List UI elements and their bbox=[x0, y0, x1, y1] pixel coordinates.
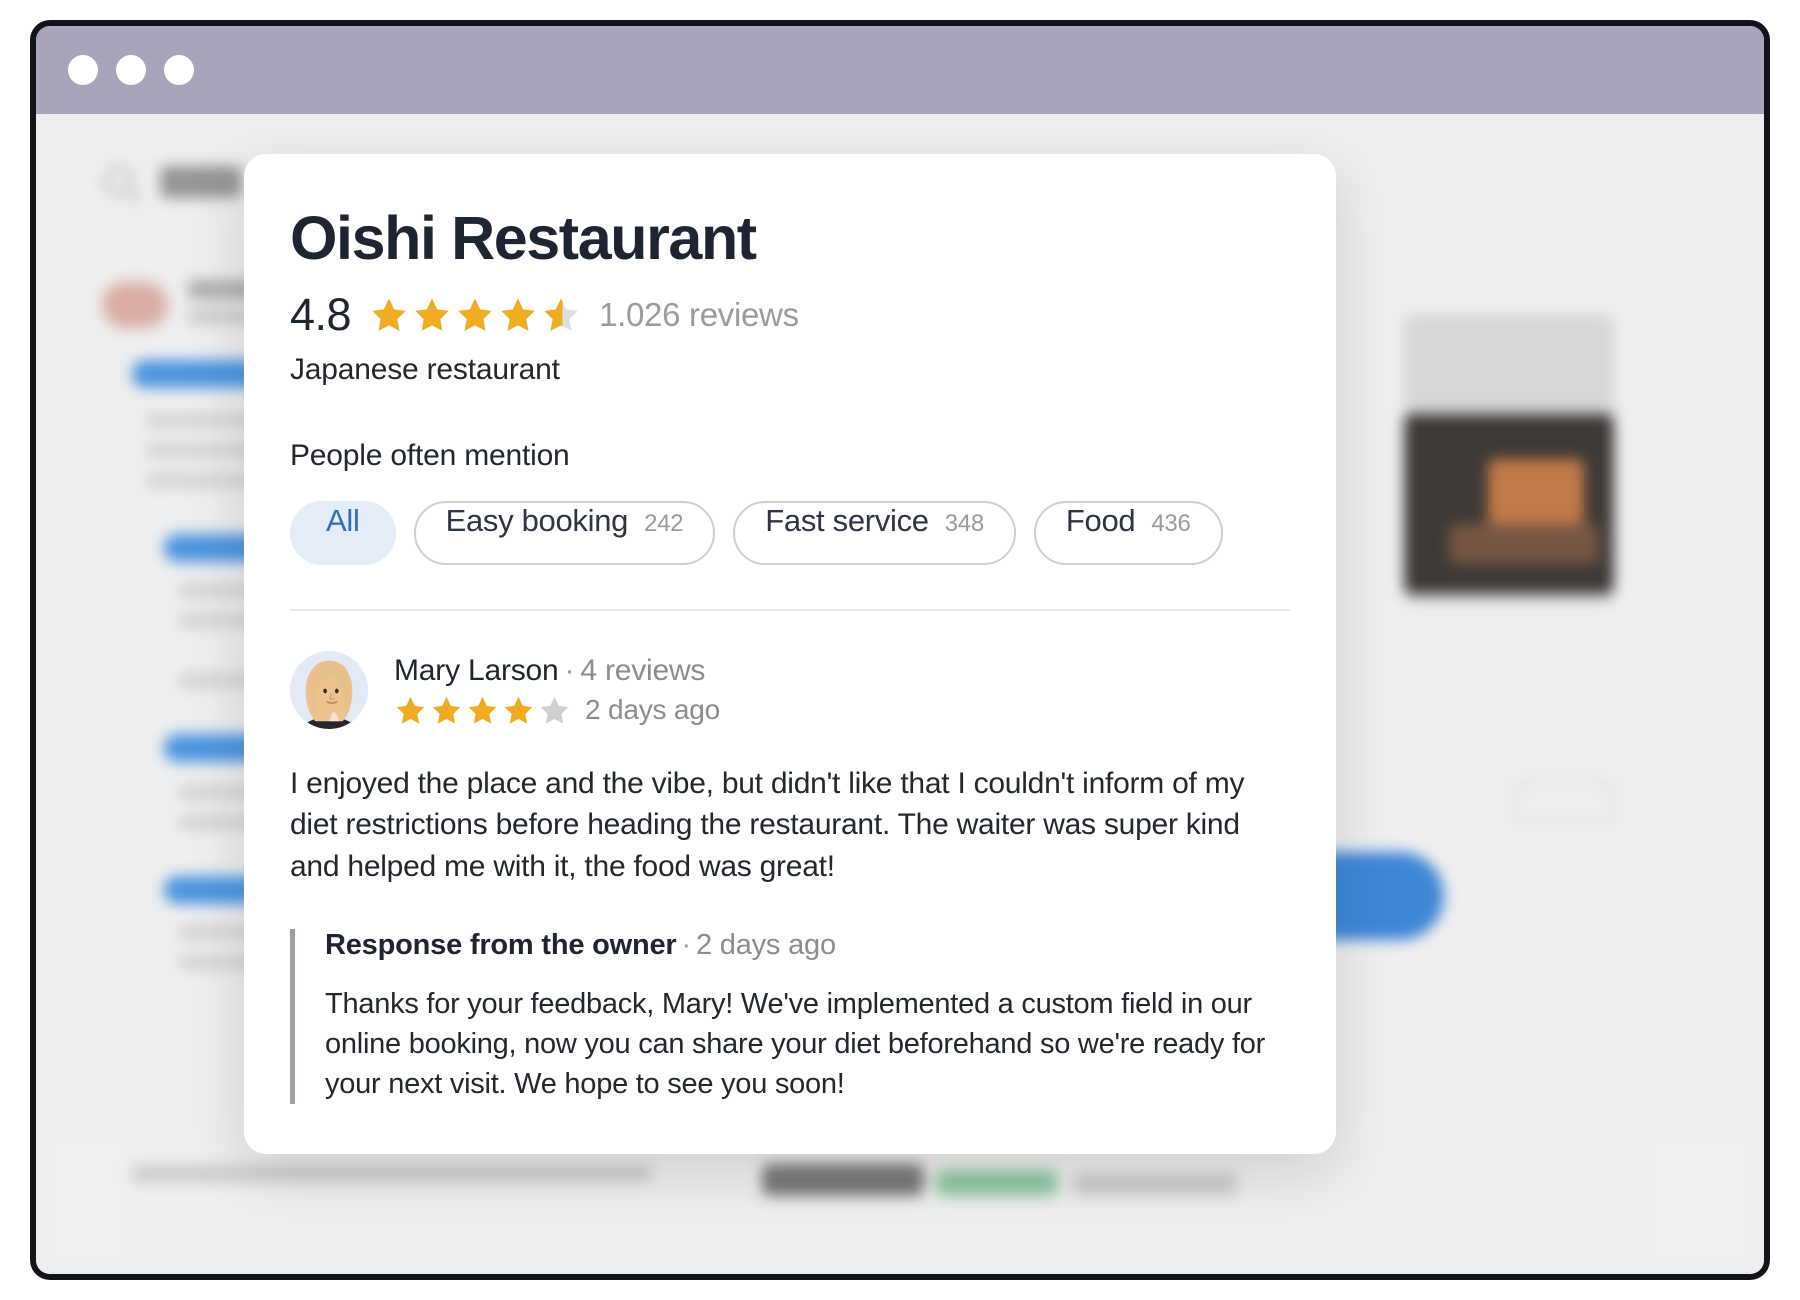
chip-label: All bbox=[326, 503, 360, 539]
star-icon bbox=[468, 696, 497, 724]
people-often-mention-label: People often mention bbox=[290, 439, 570, 473]
page-title: Oishi Restaurant bbox=[290, 204, 757, 272]
reviewer-review-count: 4 reviews bbox=[580, 653, 706, 687]
background-footer-line bbox=[132, 1165, 652, 1182]
owner-response-timestamp: 2 days ago bbox=[695, 929, 836, 962]
star-half-icon bbox=[544, 297, 578, 331]
star-icon bbox=[501, 297, 535, 331]
chip-label: Easy booking bbox=[445, 503, 629, 539]
review-stars bbox=[394, 694, 571, 727]
maximize-icon[interactable] bbox=[164, 55, 194, 85]
mention-chip-group: All Easy booking 242 Fast service 348 Fo… bbox=[290, 501, 1290, 566]
chip-all[interactable]: All bbox=[290, 501, 396, 566]
section-divider bbox=[290, 609, 1290, 612]
rating-value: 4.8 bbox=[290, 289, 352, 341]
owner-response-title: Response from the owner bbox=[325, 929, 677, 962]
chip-count: 348 bbox=[944, 510, 984, 538]
browser-window: Oishi Restaurant 4.8 1.026 reviews Japan… bbox=[36, 26, 1764, 1274]
review-count-label: 1.026 reviews bbox=[599, 295, 799, 333]
reviewer-name: Mary Larson bbox=[394, 653, 559, 687]
search-icon bbox=[104, 166, 134, 196]
reviewer-identity: Mary Larson · 4 reviews bbox=[394, 654, 720, 688]
reviewer-meta: Mary Larson · 4 reviews 2 days ago bbox=[394, 654, 720, 727]
background-photo-accent-2 bbox=[1449, 524, 1599, 564]
browser-titlebar bbox=[36, 26, 1764, 114]
separator-dot: · bbox=[564, 653, 575, 687]
background-footer-chip bbox=[936, 1170, 1058, 1196]
chip-food[interactable]: Food 436 bbox=[1033, 501, 1223, 566]
chip-easy-booking[interactable]: Easy booking 242 bbox=[413, 501, 716, 566]
rating-summary: 4.8 1.026 reviews bbox=[290, 292, 1290, 337]
chip-label: Fast service bbox=[765, 503, 929, 539]
background-footer-chip bbox=[1072, 1172, 1238, 1196]
place-category: Japanese restaurant bbox=[290, 353, 560, 387]
screenshot-root: Oishi Restaurant 4.8 1.026 reviews Japan… bbox=[0, 0, 1800, 1300]
browser-viewport: Oishi Restaurant 4.8 1.026 reviews Japan… bbox=[36, 114, 1764, 1274]
star-icon bbox=[415, 297, 449, 331]
review-rating-row: 2 days ago bbox=[394, 694, 720, 727]
rating-stars bbox=[369, 295, 581, 335]
chip-count: 436 bbox=[1151, 510, 1191, 538]
owner-response: Response from the owner · 2 days ago Thank… bbox=[290, 929, 1280, 1105]
review-header: Mary Larson · 4 reviews 2 days ago bbox=[290, 651, 1290, 730]
review-text: I enjoyed the place and the vibe, but di… bbox=[290, 767, 1245, 883]
chip-fast-service[interactable]: Fast service 348 bbox=[733, 501, 1016, 566]
chip-count: 242 bbox=[644, 510, 684, 538]
star-icon bbox=[458, 297, 492, 331]
background-footer-chip bbox=[762, 1164, 924, 1196]
owner-response-text: Thanks for your feedback, Mary! We've im… bbox=[325, 988, 1266, 1101]
avatar-illustration bbox=[290, 651, 368, 730]
chip-label: Food bbox=[1065, 503, 1136, 539]
avatar bbox=[290, 651, 368, 730]
owner-response-header: Response from the owner · 2 days ago bbox=[325, 929, 1280, 962]
review-timestamp: 2 days ago bbox=[585, 694, 720, 726]
background-input-field bbox=[1514, 782, 1614, 824]
star-icon bbox=[504, 696, 533, 724]
star-empty-icon bbox=[540, 696, 569, 724]
star-icon bbox=[396, 696, 425, 724]
background-logo-pill bbox=[160, 166, 242, 198]
background-avatar bbox=[102, 282, 168, 328]
minimize-icon[interactable] bbox=[116, 55, 146, 85]
star-icon bbox=[432, 696, 461, 724]
separator-dot: · bbox=[681, 929, 692, 962]
restaurant-review-modal: Oishi Restaurant 4.8 1.026 reviews Japan… bbox=[244, 154, 1336, 1154]
star-icon bbox=[372, 297, 406, 331]
close-icon[interactable] bbox=[68, 55, 98, 85]
